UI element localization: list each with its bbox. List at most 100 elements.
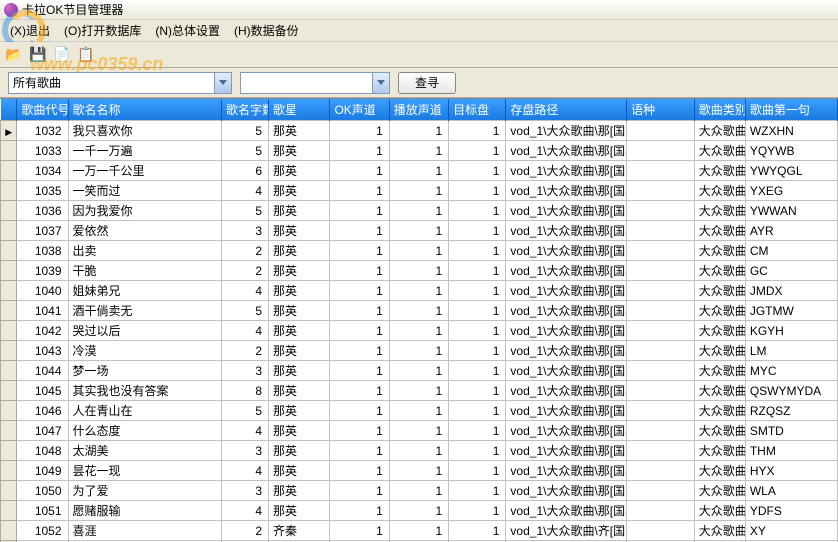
- cell-lang[interactable]: [627, 241, 695, 261]
- cell-cat[interactable]: 大众歌曲: [694, 481, 745, 501]
- cell-lang[interactable]: [627, 481, 695, 501]
- cell-cat[interactable]: 大众歌曲: [694, 341, 745, 361]
- cell-name[interactable]: 其实我也没有答案: [68, 381, 221, 401]
- cell-ok[interactable]: 1: [330, 301, 389, 321]
- cell-play[interactable]: 1: [389, 401, 448, 421]
- cell-lang[interactable]: [627, 121, 695, 141]
- cell-first[interactable]: RZQSZ: [745, 401, 837, 421]
- cell-path[interactable]: vod_1\大众歌曲\那[国: [506, 261, 627, 281]
- cell-disk[interactable]: 1: [449, 281, 506, 301]
- cell-name[interactable]: 人在青山在: [68, 401, 221, 421]
- cell-lang[interactable]: [627, 181, 695, 201]
- cell-play[interactable]: 1: [389, 501, 448, 521]
- save-icon[interactable]: 💾: [28, 45, 48, 65]
- cell-disk[interactable]: 1: [449, 361, 506, 381]
- cell-lang[interactable]: [627, 421, 695, 441]
- cell-star[interactable]: 那英: [269, 241, 330, 261]
- cell-path[interactable]: vod_1\大众歌曲\那[国: [506, 221, 627, 241]
- cell-path[interactable]: vod_1\大众歌曲\齐[国: [506, 521, 627, 541]
- row-header[interactable]: [1, 461, 17, 481]
- cell-first[interactable]: JMDX: [745, 281, 837, 301]
- cell-disk[interactable]: 1: [449, 461, 506, 481]
- cell-path[interactable]: vod_1\大众歌曲\那[国: [506, 141, 627, 161]
- cell-cat[interactable]: 大众歌曲: [694, 361, 745, 381]
- cell-name[interactable]: 冷漠: [68, 341, 221, 361]
- table-row[interactable]: 1036因为我爱你5那英111vod_1\大众歌曲\那[国大众歌曲YWWAN: [1, 201, 838, 221]
- cell-chars[interactable]: 3: [221, 441, 268, 461]
- cell-ok[interactable]: 1: [330, 361, 389, 381]
- cell-cat[interactable]: 大众歌曲: [694, 381, 745, 401]
- cell-cat[interactable]: 大众歌曲: [694, 281, 745, 301]
- cell-first[interactable]: MYC: [745, 361, 837, 381]
- cell-path[interactable]: vod_1\大众歌曲\那[国: [506, 281, 627, 301]
- cell-path[interactable]: vod_1\大众歌曲\那[国: [506, 441, 627, 461]
- cell-first[interactable]: LM: [745, 341, 837, 361]
- table-row[interactable]: 1045其实我也没有答案8那英111vod_1\大众歌曲\那[国大众歌曲QSWY…: [1, 381, 838, 401]
- cell-cat[interactable]: 大众歌曲: [694, 181, 745, 201]
- cell-cat[interactable]: 大众歌曲: [694, 141, 745, 161]
- cell-chars[interactable]: 3: [221, 481, 268, 501]
- column-header[interactable]: 歌名名称: [68, 99, 221, 121]
- cell-path[interactable]: vod_1\大众歌曲\那[国: [506, 181, 627, 201]
- cell-name[interactable]: 一千一万遍: [68, 141, 221, 161]
- cell-cat[interactable]: 大众歌曲: [694, 521, 745, 541]
- table-row[interactable]: 1048太湖美3那英111vod_1\大众歌曲\那[国大众歌曲THM: [1, 441, 838, 461]
- row-header[interactable]: [1, 281, 17, 301]
- cell-id[interactable]: 1033: [17, 141, 68, 161]
- row-header[interactable]: [1, 421, 17, 441]
- row-header[interactable]: [1, 221, 17, 241]
- cell-ok[interactable]: 1: [330, 481, 389, 501]
- cell-play[interactable]: 1: [389, 181, 448, 201]
- cell-id[interactable]: 1039: [17, 261, 68, 281]
- row-header[interactable]: [1, 201, 17, 221]
- cell-chars[interactable]: 5: [221, 201, 268, 221]
- filter-combo-2[interactable]: [240, 72, 390, 94]
- cell-ok[interactable]: 1: [330, 201, 389, 221]
- cell-disk[interactable]: 1: [449, 341, 506, 361]
- table-row[interactable]: 1034一万一千公里6那英111vod_1\大众歌曲\那[国大众歌曲YWYQGL: [1, 161, 838, 181]
- cell-name[interactable]: 干脆: [68, 261, 221, 281]
- cell-ok[interactable]: 1: [330, 521, 389, 541]
- cell-first[interactable]: THM: [745, 441, 837, 461]
- filter-combo-1[interactable]: 所有歌曲: [8, 72, 232, 94]
- row-header[interactable]: [1, 401, 17, 421]
- table-row[interactable]: 1043冷漠2那英111vod_1\大众歌曲\那[国大众歌曲LM: [1, 341, 838, 361]
- cell-star[interactable]: 那英: [269, 221, 330, 241]
- cell-first[interactable]: QSWYMYDA: [745, 381, 837, 401]
- cell-star[interactable]: 那英: [269, 361, 330, 381]
- cell-id[interactable]: 1050: [17, 481, 68, 501]
- column-header[interactable]: 歌曲代号: [17, 99, 68, 121]
- cell-path[interactable]: vod_1\大众歌曲\那[国: [506, 341, 627, 361]
- menu-backup[interactable]: (H)数据备份: [228, 20, 305, 41]
- cell-ok[interactable]: 1: [330, 121, 389, 141]
- cell-path[interactable]: vod_1\大众歌曲\那[国: [506, 401, 627, 421]
- row-header[interactable]: [1, 521, 17, 541]
- chevron-down-icon[interactable]: [372, 73, 389, 93]
- cell-ok[interactable]: 1: [330, 461, 389, 481]
- cell-play[interactable]: 1: [389, 301, 448, 321]
- cell-lang[interactable]: [627, 261, 695, 281]
- table-row[interactable]: 1041酒干倘卖无5那英111vod_1\大众歌曲\那[国大众歌曲JGTMW: [1, 301, 838, 321]
- cell-play[interactable]: 1: [389, 241, 448, 261]
- cell-lang[interactable]: [627, 401, 695, 421]
- row-header[interactable]: [1, 241, 17, 261]
- cell-first[interactable]: YXEG: [745, 181, 837, 201]
- table-row[interactable]: 1044梦一场3那英111vod_1\大众歌曲\那[国大众歌曲MYC: [1, 361, 838, 381]
- cell-star[interactable]: 那英: [269, 301, 330, 321]
- table-row[interactable]: 1040姐妹弟兄4那英111vod_1\大众歌曲\那[国大众歌曲JMDX: [1, 281, 838, 301]
- cell-id[interactable]: 1051: [17, 501, 68, 521]
- table-row[interactable]: 1051愿赌服输4那英111vod_1\大众歌曲\那[国大众歌曲YDFS: [1, 501, 838, 521]
- cell-disk[interactable]: 1: [449, 221, 506, 241]
- cell-chars[interactable]: 4: [221, 281, 268, 301]
- cell-id[interactable]: 1049: [17, 461, 68, 481]
- row-header[interactable]: [1, 301, 17, 321]
- column-header[interactable]: 存盘路径: [506, 99, 627, 121]
- cell-play[interactable]: 1: [389, 481, 448, 501]
- cell-first[interactable]: YWYQGL: [745, 161, 837, 181]
- cell-lang[interactable]: [627, 521, 695, 541]
- cell-name[interactable]: 一万一千公里: [68, 161, 221, 181]
- cell-name[interactable]: 姐妹弟兄: [68, 281, 221, 301]
- table-row[interactable]: 1049昙花一现4那英111vod_1\大众歌曲\那[国大众歌曲HYX: [1, 461, 838, 481]
- cell-chars[interactable]: 8: [221, 381, 268, 401]
- cell-disk[interactable]: 1: [449, 381, 506, 401]
